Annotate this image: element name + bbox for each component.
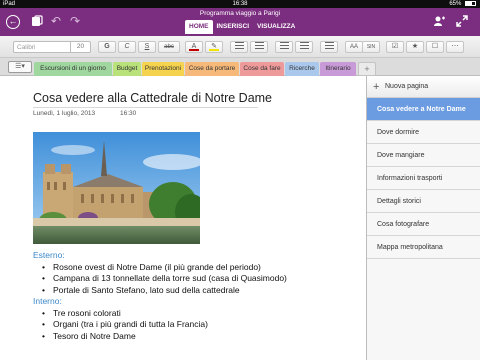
notebook-title: Programma viaggio a Parigi (199, 10, 281, 17)
section-tab-prenotazioni[interactable]: Prenotazioni (142, 62, 184, 76)
page-canvas[interactable]: Cosa vedere alla Cattedrale di Notre Dam… (0, 76, 366, 360)
list-item[interactable]: Tre rosoni colorati (33, 308, 353, 320)
section-tab-ricerche[interactable]: Ricerche (285, 62, 319, 76)
back-icon[interactable]: ← (6, 15, 20, 29)
more-button[interactable]: ⋯ (446, 41, 464, 53)
checkbox-icon: ☑ (391, 43, 399, 50)
onenote-app: iPad 16:38 65% ← ↶ ↷ Programma viaggio a… (0, 0, 480, 360)
section-tab-budget[interactable]: Budget (113, 62, 141, 76)
notre-dame-photo[interactable] (33, 132, 200, 244)
page-item-cosa-fotografare[interactable]: Cosa fotografare (367, 213, 480, 236)
tag-icon: ☐ (431, 43, 439, 50)
font-color-swatch (189, 49, 199, 51)
star-icon: ★ (411, 43, 419, 50)
underline-button[interactable]: S (138, 41, 156, 53)
title-bar: ← ↶ ↷ Programma viaggio a Parigi HOME IN… (0, 8, 480, 36)
page-content[interactable]: Esterno: Rosone ovest di Notre Dame (il … (33, 250, 353, 342)
tab-insert[interactable]: INSERISCI (213, 20, 254, 34)
bullet-list-icon (234, 42, 244, 49)
list-item[interactable]: Portale di Santo Stefano, lato sud della… (33, 285, 353, 297)
list-item[interactable]: Campana di 13 tonnellate della torre sud… (33, 273, 353, 285)
numbering-button[interactable] (250, 41, 268, 53)
page-item-dove-mangiare[interactable]: Dove mangiare (367, 144, 480, 167)
indent-button[interactable] (295, 41, 313, 53)
new-page-button[interactable]: + Nuova pagina (367, 76, 480, 98)
inside-heading: Interno: (33, 296, 62, 306)
highlight-button[interactable]: ✎ (205, 41, 223, 53)
section-tab-itinerario[interactable]: Itinerario (320, 62, 356, 76)
section-tab-escursioni[interactable]: Escursioni di un giorno (34, 62, 112, 76)
font-name: Calibri (17, 44, 36, 51)
battery-indicator: 65% (449, 0, 476, 8)
pages-panel: + Nuova pagina Cosa vedere a Notre Dame … (366, 76, 480, 360)
page-time: 16:30 (120, 110, 137, 117)
title-divider (33, 107, 258, 108)
outside-list: Rosone ovest di Notre Dame (il più grand… (33, 262, 353, 297)
list-item[interactable]: Organi (tra i più grandi di tutta la Fra… (33, 319, 353, 331)
inside-list: Tre rosoni colorati Organi (tra i più gr… (33, 308, 353, 343)
list-item[interactable]: Tesoro di Notre Dame (33, 331, 353, 343)
strikethrough-button[interactable]: abc (158, 41, 180, 53)
tab-view[interactable]: VISUALIZZA (253, 20, 299, 34)
list-item[interactable]: Rosone ovest di Notre Dame (il più grand… (33, 262, 353, 274)
tab-home[interactable]: HOME (185, 20, 213, 34)
plus-icon: + (373, 81, 380, 93)
page-item-dove-dormire[interactable]: Dove dormire (367, 121, 480, 144)
page-date: Lunedì, 1 luglio, 2013 (33, 110, 96, 117)
font-size[interactable]: 20 (70, 42, 90, 52)
add-section-button[interactable]: + (358, 62, 376, 76)
align-button[interactable] (320, 41, 338, 53)
align-icon (324, 42, 334, 49)
numbered-list-icon (254, 42, 264, 49)
styles-button[interactable]: AA (345, 41, 363, 53)
page-item-mappa-metro[interactable]: Mappa metropolitana (367, 236, 480, 259)
ribbon-tabs: HOME INSERISCI VISUALIZZA (185, 20, 299, 34)
todo-tag-button[interactable]: ☑ (386, 41, 404, 53)
section-tabs: ☰▾ Escursioni di un giorno Budget Prenot… (0, 58, 480, 76)
more-icon: ⋯ (451, 43, 459, 50)
share-icon[interactable] (434, 15, 446, 30)
important-tag-button[interactable]: ★ (406, 41, 424, 53)
italic-button[interactable]: C (118, 41, 136, 53)
indent-icon (299, 42, 309, 49)
page-item-trasporti[interactable]: Informazioni trasporti (367, 167, 480, 190)
question-tag-button[interactable]: ☐ (426, 41, 444, 53)
battery-icon (465, 1, 476, 6)
page-item-notre-dame[interactable]: Cosa vedere a Notre Dame (367, 98, 480, 121)
bullets-button[interactable] (230, 41, 248, 53)
bold-button[interactable]: G (98, 41, 116, 53)
highlight-swatch (209, 49, 219, 51)
page-title[interactable]: Cosa vedere alla Cattedrale di Notre Dam… (33, 91, 272, 105)
outside-heading: Esterno: (33, 250, 65, 260)
section-tab-cose-da-portare[interactable]: Cose da portare (185, 62, 239, 76)
battery-percent: 65% (449, 1, 462, 7)
status-bar: iPad 16:38 65% (0, 0, 480, 8)
style-small-button[interactable]: SIN (362, 41, 380, 53)
font-picker[interactable]: Calibri 20 (13, 41, 91, 53)
page-item-dettagli-storici[interactable]: Dettagli storici (367, 190, 480, 213)
format-toolbar: Calibri 20 G C S abc A ✎ AA SIN ☑ ★ ☐ ⋯ (0, 36, 480, 58)
expand-icon[interactable] (456, 15, 468, 30)
new-page-label: Nuova pagina (385, 83, 429, 90)
outdent-icon (279, 42, 289, 49)
outdent-button[interactable] (275, 41, 293, 53)
clock: 16:38 (232, 1, 248, 7)
font-color-button[interactable]: A (185, 41, 203, 53)
section-tab-cose-da-fare[interactable]: Cose da fare (240, 62, 284, 76)
notebook-toggle[interactable]: ☰▾ (8, 61, 32, 73)
